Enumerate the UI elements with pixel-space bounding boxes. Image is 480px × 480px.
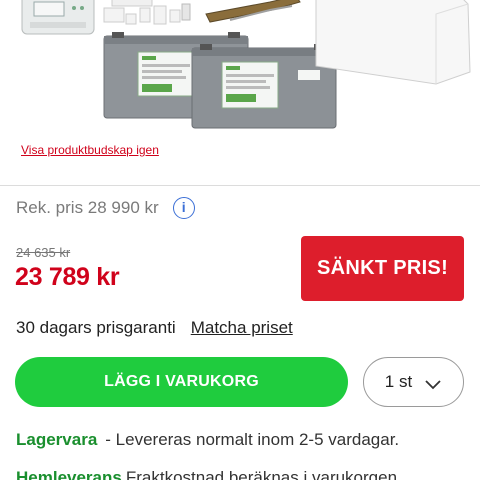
product-image[interactable] (0, 0, 480, 135)
charge-controller-image (21, 0, 95, 35)
stock-label: Lagervara (16, 430, 98, 449)
product-photo (21, 0, 471, 129)
recommended-price: Rek. pris 28 990 kr i (16, 197, 195, 219)
quantity-select[interactable]: 1 st (363, 357, 464, 407)
price-guarantee-text: 30 dagars prisgaranti (16, 318, 176, 337)
price-guarantee: 30 dagars prisgaranti Matcha priset (16, 318, 293, 338)
delivery-info: Hemleverans Fraktkostnad beräknas i varuk… (16, 468, 397, 480)
old-price: 24 635 kr (16, 245, 71, 260)
battery-image (191, 44, 337, 129)
quantity-value: 1 st (384, 372, 413, 391)
sale-badge: SÄNKT PRIS! (301, 236, 464, 301)
info-icon[interactable]: i (172, 197, 195, 219)
home-delivery-link[interactable]: Hemleverans (16, 468, 122, 480)
recommended-price-text: Rek. pris 28 990 kr (16, 198, 159, 217)
delivery-text: Fraktkostnad beräknas i varukorgen (125, 468, 398, 480)
stock-text: - Levereras normalt inom 2-5 vardagar. (105, 430, 400, 449)
divider (0, 185, 480, 186)
current-price: 23 789 kr (15, 263, 120, 291)
cooler-box-image (315, 0, 471, 85)
accessories-image (103, 0, 191, 25)
add-to-cart-button[interactable]: LÄGG I VARUKORG (15, 357, 348, 407)
chevron-down-icon (424, 376, 442, 390)
show-package-link[interactable]: Visa produktbudskap igen (21, 143, 159, 157)
match-price-link[interactable]: Matcha priset (191, 318, 293, 338)
stock-status: Lagervara - Levereras normalt inom 2-5 va… (16, 430, 399, 450)
battery-clamps-image (205, 0, 301, 23)
